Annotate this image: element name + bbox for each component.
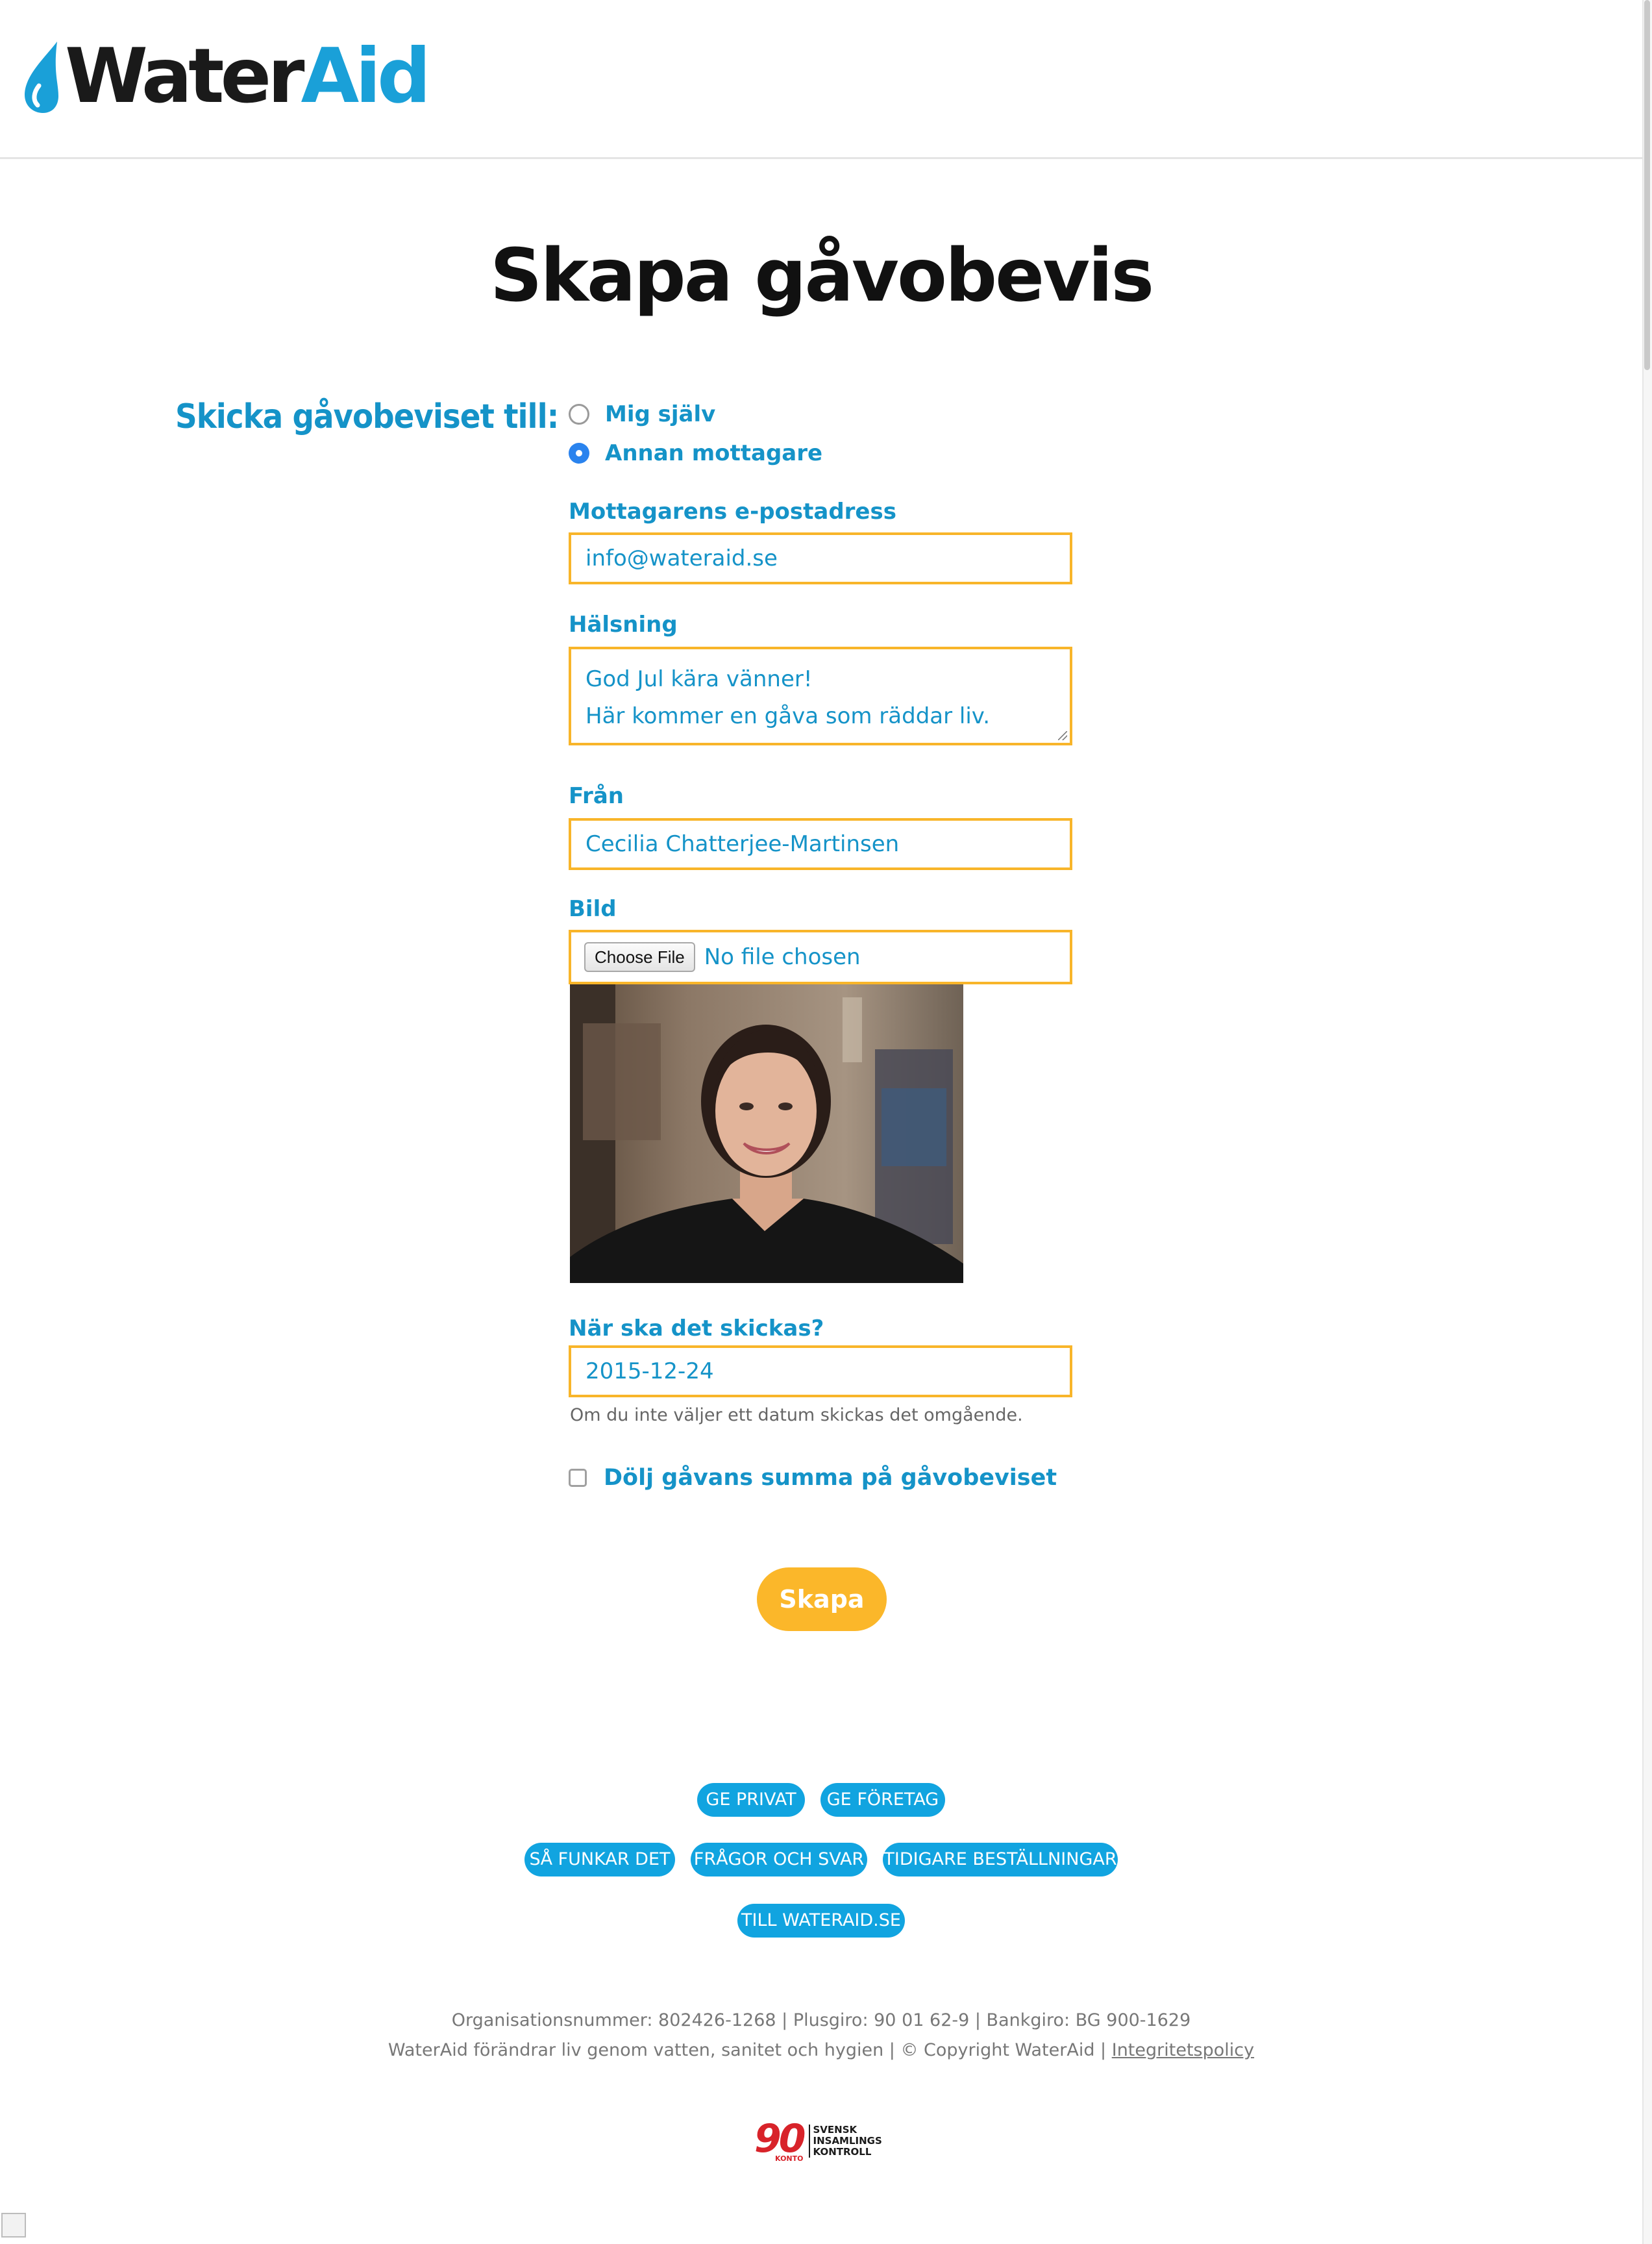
resize-grip-icon[interactable] [1058, 731, 1067, 740]
radio-label: Mig själv [605, 401, 716, 427]
footer-tagline: WaterAid förändrar liv genom vatten, san… [388, 2040, 1112, 2060]
badge-90: 90 [754, 2116, 806, 2162]
from-label: Från [569, 783, 624, 809]
portrait-image [570, 984, 963, 1283]
nav-tidigare-bestallningar[interactable]: TIDIGARE BESTÄLLNINGAR [883, 1843, 1118, 1876]
image-label: Bild [569, 896, 617, 922]
radio-button[interactable] [569, 404, 589, 425]
greeting-line: God Jul kära vänner! [586, 666, 813, 692]
radio-option-self[interactable]: Mig själv [569, 401, 715, 427]
site-header: WaterAid [0, 0, 1642, 159]
broken-image-icon [1, 2213, 26, 2238]
nav-ge-foretag[interactable]: GE FÖRETAG [820, 1783, 945, 1817]
radio-button-checked[interactable] [569, 443, 589, 464]
wateraid-logo[interactable]: WaterAid [19, 38, 431, 116]
email-label: Mottagarens e-postadress [569, 499, 896, 525]
date-label: När ska det skickas? [569, 1315, 824, 1341]
nav-till-wateraid[interactable]: TILL WATERAID.SE [737, 1904, 905, 1938]
90-konto-mark: 90 KONTO [754, 2116, 806, 2163]
nav-fragor-och-svar[interactable]: FRÅGOR OCH SVAR [691, 1843, 867, 1876]
date-field[interactable]: 2015-12-24 [569, 1345, 1072, 1397]
org-info: Organisationsnummer: 802426-1268 | Plusg… [451, 2010, 1191, 2030]
logo-wordmark: WaterAid [65, 38, 431, 116]
radio-option-other-recipient[interactable]: Annan mottagare [569, 440, 822, 466]
radio-label: Annan mottagare [605, 440, 823, 466]
submit-button[interactable]: Skapa [757, 1567, 887, 1631]
greeting-textarea[interactable]: God Jul kära vänner! Här kommer en gåva … [569, 647, 1072, 745]
hide-amount-checkbox[interactable] [569, 1469, 587, 1487]
nav-sa-funkar-det[interactable]: SÅ FUNKAR DET [524, 1843, 675, 1876]
file-status: No file chosen [704, 944, 861, 970]
email-field[interactable]: info@wateraid.se [569, 532, 1072, 584]
date-hint: Om du inte väljer ett datum skickas det … [570, 1405, 1023, 1425]
scrollbar-thumb[interactable] [1644, 0, 1650, 370]
badge-line: KONTROLL [813, 2146, 872, 2158]
badge-text: SVENSK INSAMLINGS KONTROLL [808, 2124, 882, 2158]
greeting-label: Hälsning [569, 612, 678, 638]
water-drop-icon [25, 42, 58, 113]
from-field[interactable]: Cecilia Chatterjee-Martinsen [569, 818, 1072, 870]
page-title: Skapa gåvobevis [489, 234, 1154, 318]
svensk-insamlingskontroll-badge[interactable]: 90 KONTO SVENSK INSAMLINGS KONTROLL [754, 2119, 882, 2163]
page: WaterAid Skapa gåvobevis Skicka gåvobevi… [0, 0, 1652, 2244]
hide-amount-option[interactable]: Dölj gåvans summa på gåvobeviset [569, 1465, 1057, 1491]
file-input[interactable]: Choose File No file chosen [569, 930, 1072, 984]
privacy-policy-link[interactable]: Integritetspolicy [1112, 2040, 1254, 2060]
badge-line: INSAMLINGS [813, 2135, 882, 2147]
nav-ge-privat[interactable]: GE PRIVAT [697, 1783, 805, 1817]
footer-tagline-line: WaterAid förändrar liv genom vatten, san… [0, 2040, 1642, 2060]
badge-konto: KONTO [775, 2154, 804, 2163]
badge-line: SVENSK [813, 2124, 857, 2136]
choose-file-button[interactable]: Choose File [584, 942, 695, 972]
logo-aid: Aid [301, 32, 431, 120]
uploaded-photo [570, 984, 963, 1283]
hide-amount-label: Dölj gåvans summa på gåvobeviset [604, 1465, 1057, 1491]
logo-water: Water [65, 32, 304, 120]
greeting-line: Här kommer en gåva som räddar liv. [586, 703, 991, 729]
send-to-label: Skicka gåvobeviset till: [175, 397, 559, 436]
